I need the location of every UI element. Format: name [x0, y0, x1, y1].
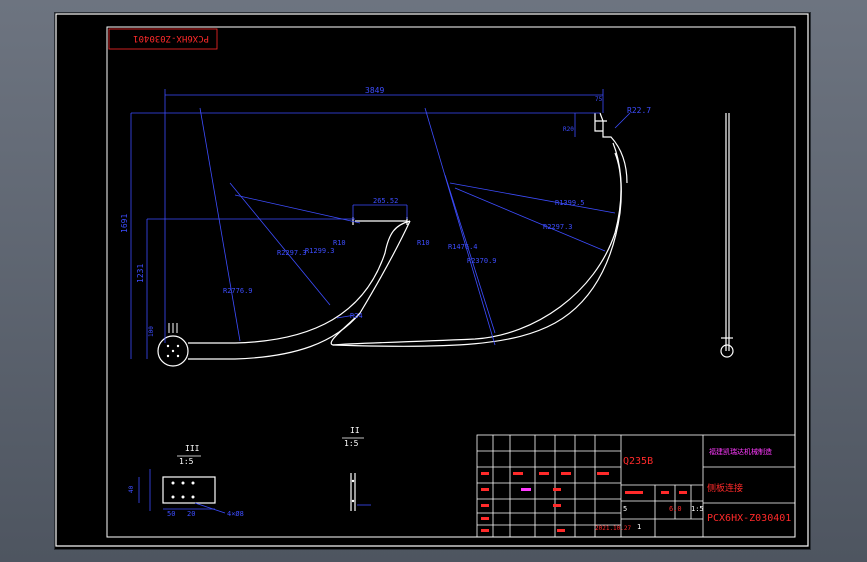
detail-ii-label: II	[350, 426, 360, 435]
title-block-grid-text	[481, 472, 687, 532]
detail-view-iii: III 1:5 50 20 40 4×Ø8	[128, 444, 244, 518]
title-company: 福建凯瑞达机械制造	[709, 447, 772, 456]
dim-left-height: 1231	[136, 264, 145, 283]
dim-r-mid-a: R1476.4	[448, 243, 478, 251]
inner-loop-top	[359, 220, 411, 314]
inner-curve	[188, 312, 361, 360]
title-sheet-no: 1	[637, 523, 641, 531]
dim-r-mid-b: R2370.9	[467, 257, 497, 265]
main-part	[157, 112, 628, 367]
title-small-note: 5	[623, 505, 627, 513]
title-scale: 1:5	[691, 505, 704, 513]
section-marker-iii	[168, 323, 178, 333]
detail-dim-c: 40	[128, 485, 135, 493]
dim-r-top: R22.7	[627, 106, 651, 115]
dim-r-small-right: R10	[417, 239, 430, 247]
title-weight: 6.0	[669, 505, 682, 513]
dim-r-large-left-c: R2776.9	[223, 287, 253, 295]
cad-viewport[interactable]: PCX6HX-Z030401 3849 75 R22.7 R20 1691 26…	[55, 13, 810, 549]
dim-r-right-a: R1399.5	[555, 199, 585, 207]
stamp-code: PCX6HX-Z030401	[133, 33, 209, 43]
detail-view-ii: II 1:5	[342, 426, 371, 511]
detail-note: 4×Ø8	[227, 510, 244, 518]
title-material: Q235B	[623, 456, 653, 467]
dim-r-right-b: R2297.3	[543, 223, 573, 231]
dim-r-inner: R24	[350, 312, 363, 320]
title-part-name: 侧板连接	[707, 482, 743, 494]
dim-tube-width: R20	[563, 126, 574, 133]
dim-top-small: 75	[595, 96, 603, 103]
outer-frame	[55, 13, 809, 547]
top-hook	[599, 112, 628, 184]
detail-iii-scale: 1:5	[179, 457, 194, 466]
title-drawing-code: PCX6HX-Z030401	[707, 513, 791, 524]
detail-dim-b: 20	[187, 510, 195, 518]
title-date: 2021.10.27	[595, 525, 632, 532]
mid-bracket	[352, 217, 408, 225]
dim-r-large-left-b: R1299.3	[305, 247, 335, 255]
dim-base-offset: 100	[148, 326, 155, 337]
dim-r-small-left: R10	[333, 239, 346, 247]
detail-iii-label: III	[185, 444, 200, 453]
dim-overall-length: 3849	[365, 86, 384, 95]
hub-holes	[166, 344, 180, 358]
outer-curve	[188, 220, 411, 344]
detail-dim-a: 50	[167, 510, 175, 518]
cad-drawing: PCX6HX-Z030401 3849 75 R22.7 R20 1691 26…	[55, 13, 809, 547]
inner-frame	[106, 26, 796, 538]
side-view	[720, 113, 734, 358]
dim-total-height: 1691	[120, 214, 129, 233]
dim-mid-width: 265.52	[373, 197, 398, 205]
dimension-texts: 3849 75 R22.7 R20 1691 265.52 R10 R10 12…	[120, 86, 651, 337]
detail-ii-scale: 1:5	[344, 439, 359, 448]
dim-r-large-left-a: R2297.3	[277, 249, 307, 257]
